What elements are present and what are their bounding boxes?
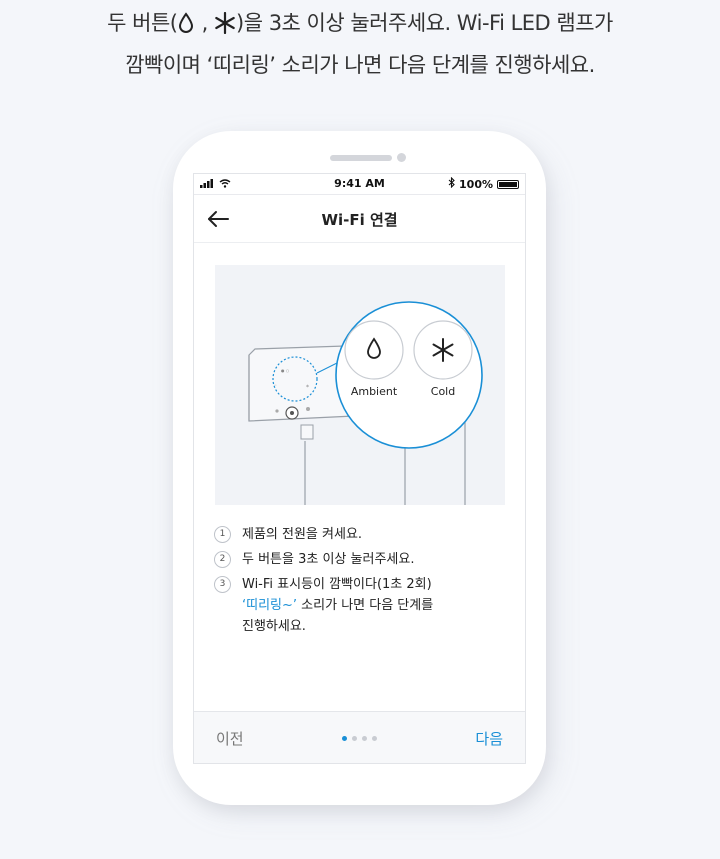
step-number: 2 [214, 551, 231, 568]
cold-label: Cold [430, 385, 456, 398]
water-drop-icon [177, 8, 195, 46]
steps-list: 1 제품의 전원을 켜세요. 2 두 버튼을 3초 이상 눌러주세요. 3 Wi… [214, 524, 514, 641]
phone-camera [397, 153, 406, 162]
status-right: 100% [448, 176, 519, 191]
phone-frame: 9:41 AM 100% Wi-Fi 연결 ● ○ ◦ * Ambient Co… [173, 131, 546, 805]
zoom-callout [335, 301, 483, 449]
page-dot [372, 736, 377, 741]
instruction-line1-pre: 두 버튼( [107, 11, 178, 35]
svg-text:◦: ◦ [274, 383, 277, 389]
step-item: 2 두 버튼을 3초 이상 눌러주세요. [214, 549, 514, 570]
snowflake-asterisk-icon [214, 8, 236, 46]
svg-text:● ○: ● ○ [281, 368, 290, 373]
step-item: 1 제품의 전원을 켜세요. [214, 524, 514, 545]
page-dot [362, 736, 367, 741]
instruction-text: 두 버튼( , )을 3초 이상 눌러주세요. Wi-Fi LED 램프가 깜빡… [0, 0, 720, 84]
svg-text:*: * [306, 384, 309, 391]
instruction-line-1: 두 버튼( , )을 3초 이상 눌러주세요. Wi-Fi LED 램프가 [0, 4, 720, 46]
step-text: Wi-Fi 표시등이 깜빡이다(1초 2회) [242, 577, 432, 592]
instruction-line-2: 깜빡이며 ‘띠리링’ 소리가 나면 다음 단계를 진행하세요. [125, 53, 595, 77]
step-text-line2: ‘띠리링~’ 소리가 나면 다음 단계를 [242, 595, 514, 616]
bluetooth-icon [448, 176, 455, 191]
phone-speaker [330, 155, 392, 161]
device-illustration: ● ○ ◦ * Ambient Cold [215, 265, 505, 505]
step-text-cont: 소리가 나면 다음 단계를 [297, 598, 434, 613]
step-text: 제품의 전원을 켜세요. [242, 527, 363, 542]
page-title: Wi-Fi 연결 [321, 211, 398, 229]
page-dot-active [342, 736, 347, 741]
battery-percent: 100% [459, 177, 493, 191]
step-text: 두 버튼을 3초 이상 눌러주세요. [242, 552, 415, 567]
next-button[interactable]: 다음 [475, 728, 503, 749]
status-bar: 9:41 AM 100% [194, 174, 525, 195]
step-item: 3 Wi-Fi 표시등이 깜빡이다(1초 2회) ‘띠리링~’ 소리가 나면 다… [214, 574, 514, 637]
phone-screen: 9:41 AM 100% Wi-Fi 연결 ● ○ ◦ * Ambient Co… [193, 173, 526, 764]
footer-bar: 이전 다음 [194, 711, 525, 763]
instruction-line1-post: )을 3초 이상 눌러주세요. Wi-Fi LED 램프가 [236, 11, 613, 35]
step-text-line3: 진행하세요. [242, 619, 306, 634]
step-number: 3 [214, 576, 231, 593]
instruction-line1-sep: , [195, 11, 214, 35]
page-dot [352, 736, 357, 741]
sound-highlight: ‘띠리링~’ [242, 598, 298, 613]
battery-icon [497, 179, 519, 189]
step-number: 1 [214, 526, 231, 543]
nav-bar: Wi-Fi 연결 [194, 195, 525, 243]
ambient-label: Ambient [350, 385, 398, 398]
